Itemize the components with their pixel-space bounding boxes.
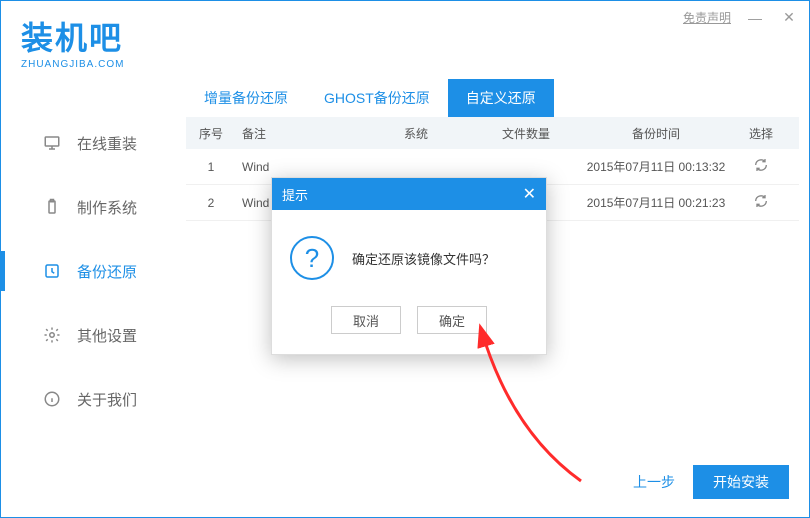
dialog-message: 确定还原该镜像文件吗？ [352,249,495,268]
question-icon: ? [290,236,334,280]
confirm-dialog: 提示 ✕ ? 确定还原该镜像文件吗？ 取消 确定 [271,177,547,355]
cancel-button[interactable]: 取消 [331,306,401,334]
dialog-title: 提示 [282,185,308,204]
dialog-close-icon[interactable]: ✕ [523,184,536,204]
ok-button[interactable]: 确定 [417,306,487,334]
app-window: 装机吧 ZHUANGJIBA.COM 免责声明 — ✕ 在线重装 制作系统 备份… [0,0,810,518]
modal-overlay: 提示 ✕ ? 确定还原该镜像文件吗？ 取消 确定 [1,1,809,517]
